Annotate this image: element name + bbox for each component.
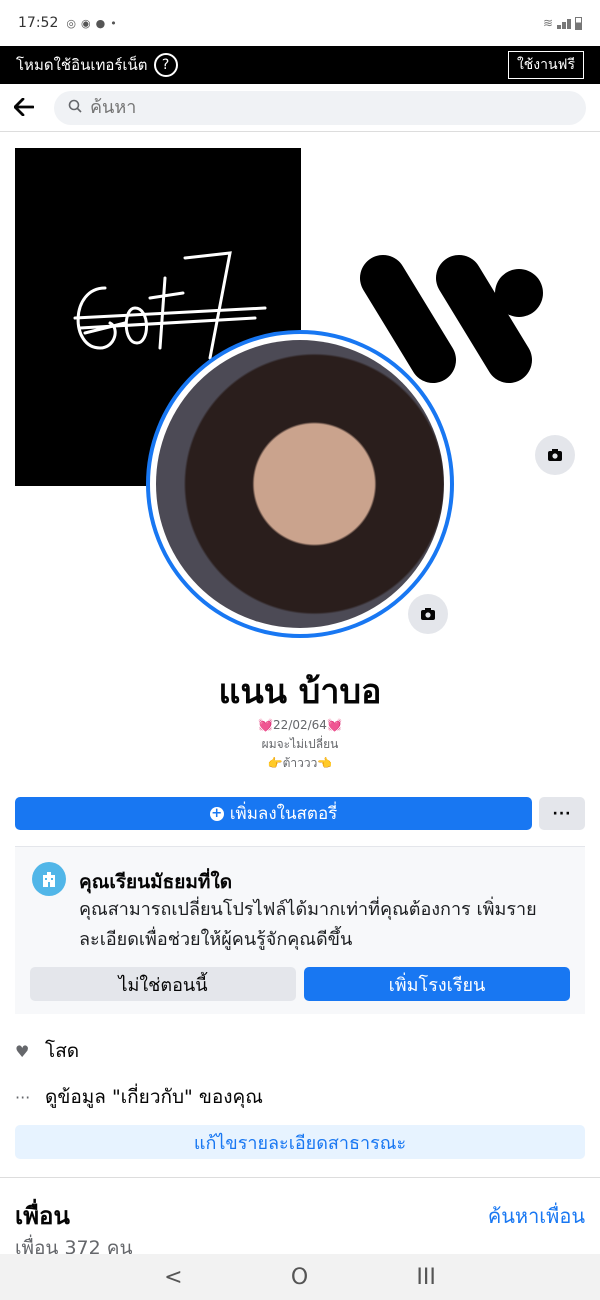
edit-cover-camera-icon[interactable] (535, 435, 575, 475)
nav-recents-button[interactable]: III (416, 1265, 435, 1290)
notification-icons: ◎ ◉ ● • (66, 17, 116, 30)
school-prompt-title: คุณเรียนมัธยมที่ใด (79, 871, 233, 893)
edit-public-details-button[interactable]: แก้ไขรายละเอียดสาธารณะ (15, 1125, 585, 1159)
relationship-status: โสด (45, 1040, 80, 1062)
friends-section-title: เพื่อน (15, 1202, 70, 1230)
profile-picture (156, 340, 444, 628)
profile-bio: 💓22/02/64💓 ผมจะไม่เปลี่ยน 👉ต้าววว👈 (0, 716, 600, 773)
school-prompt-card: คุณเรียนมัธยมที่ใด คุณสามารถเปลี่ยนโปรไฟ… (15, 846, 585, 1014)
not-now-button[interactable]: ไม่ใช่ตอนนี้ (30, 967, 296, 1001)
add-school-button[interactable]: เพิ่มโรงเรียน (304, 967, 570, 1001)
heart-icon: ♥ (15, 1041, 30, 1061)
search-input[interactable] (90, 97, 572, 118)
system-navigation-bar: < O III (0, 1254, 600, 1300)
school-building-icon (32, 862, 66, 896)
system-status-bar: 17:52 ◎ ◉ ● • ≋ (0, 0, 600, 46)
bio-line: ผมจะไม่เปลี่ยน (261, 737, 339, 751)
add-to-story-label: เพิ่มลงในสตอรี่ (229, 804, 338, 824)
nav-home-button[interactable]: O (291, 1265, 308, 1290)
signal-icon (557, 17, 571, 29)
battery-icon (575, 16, 582, 30)
about-info-row[interactable]: ··· ดูข้อมูล "เกี่ยวกับ" ของคุณ (15, 1082, 263, 1112)
more-options-button[interactable]: ··· (539, 797, 585, 830)
plus-circle-icon: + (209, 806, 224, 821)
bio-line: 👉ต้าววว👈 (267, 756, 333, 770)
wifi-icon: ≋ (542, 16, 553, 30)
profile-name: แนน บ้าบอ (218, 672, 382, 712)
ellipsis-icon: ··· (15, 1087, 31, 1107)
nav-back-button[interactable]: < (164, 1265, 182, 1290)
relationship-status-row[interactable]: ♥ โสด (15, 1036, 79, 1066)
system-icons: ≋ (543, 16, 582, 30)
edit-profile-picture-camera-icon[interactable] (408, 594, 448, 634)
search-icon (68, 98, 82, 117)
instagram-icon: ◎ (66, 16, 76, 30)
bio-line: 💓22/02/64💓 (258, 718, 342, 732)
search-bar[interactable] (54, 90, 586, 125)
messenger-icon: ◉ (80, 16, 91, 30)
free-mode-label: โหมดใช้อินเทอร์เน็ต (16, 56, 148, 74)
about-info-label: ดูข้อมูล "เกี่ยวกับ" ของคุณ (45, 1086, 263, 1108)
use-free-button[interactable]: ใช้งานฟรี (507, 51, 584, 79)
dot-icon: • (110, 16, 117, 30)
profile-picture-frame[interactable] (146, 330, 454, 638)
free-mode-banner: โหมดใช้อินเทอร์เน็ต ? ใช้งานฟรี (0, 46, 600, 84)
back-arrow-icon[interactable] (13, 94, 50, 122)
add-to-story-button[interactable]: + เพิ่มลงในสตอรี่ (15, 797, 532, 830)
school-prompt-description: คุณสามารถเปลี่ยนโปรไฟล์ได้มากเท่าที่คุณต… (79, 899, 537, 950)
mic-icon: ● (95, 16, 106, 30)
help-icon[interactable]: ? (153, 53, 178, 77)
status-time: 17:52 (18, 15, 59, 31)
search-header (0, 84, 600, 132)
find-friends-link[interactable]: ค้นหาเพื่อน (488, 1200, 585, 1232)
section-divider (0, 1177, 600, 1178)
